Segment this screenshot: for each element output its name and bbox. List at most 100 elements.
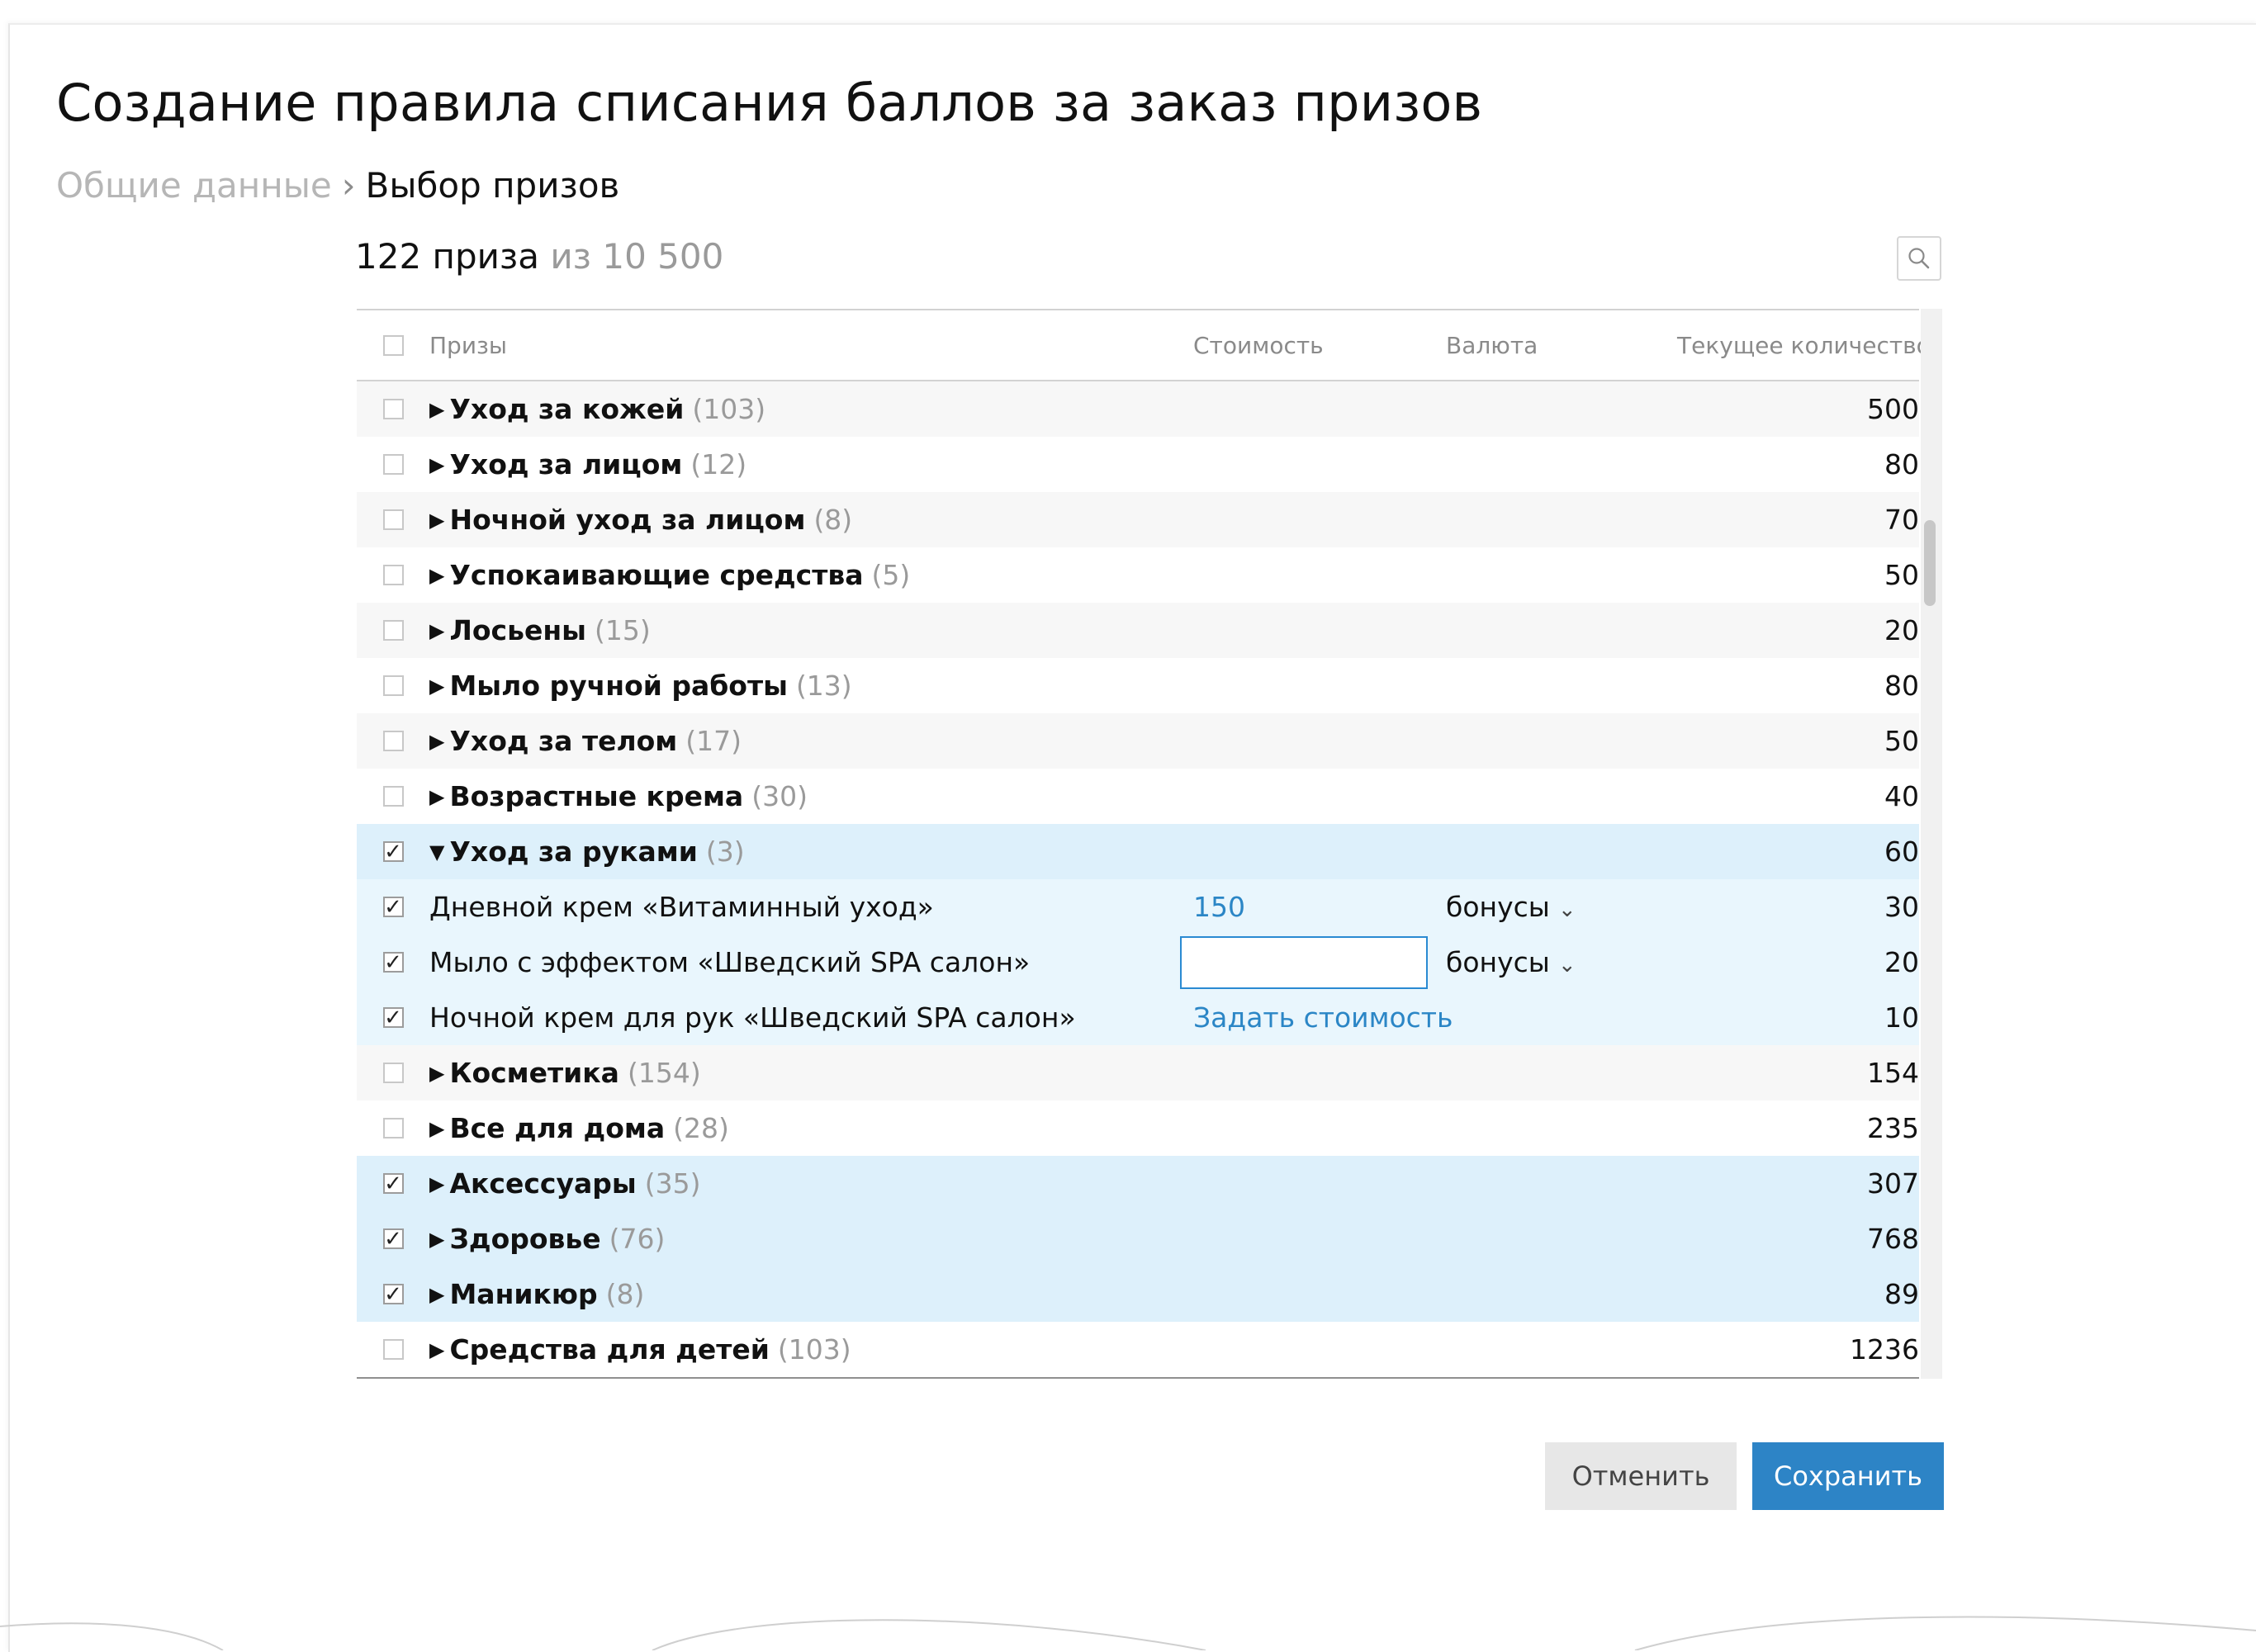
- category-name[interactable]: Уход за телом: [449, 725, 677, 757]
- table-scrollbar-track[interactable]: [1921, 309, 1942, 1379]
- category-name[interactable]: Средства для детей: [449, 1333, 769, 1366]
- currency-select[interactable]: бонусы ⌄: [1446, 946, 1576, 978]
- category-name[interactable]: Все для дома: [449, 1112, 665, 1144]
- set-cost-link[interactable]: Задать стоимость: [1193, 1001, 1453, 1034]
- caret-right-icon[interactable]: ▶: [429, 1283, 444, 1306]
- row-checkbox[interactable]: ✓: [382, 1284, 404, 1305]
- row-checkbox[interactable]: [382, 731, 404, 751]
- table-row-category[interactable]: ▶ Лосьены (15) 20: [357, 603, 1919, 658]
- caret-right-icon[interactable]: ▶: [429, 1172, 444, 1195]
- caret-right-icon[interactable]: ▶: [429, 509, 444, 532]
- category-count: (8): [605, 1278, 645, 1310]
- breadcrumb-separator: ›: [341, 165, 356, 206]
- row-checkbox[interactable]: [382, 565, 404, 585]
- caret-right-icon[interactable]: ▶: [429, 564, 444, 587]
- table-row-category[interactable]: ✓ ▶ Аксессуары (35) 307: [357, 1156, 1919, 1211]
- row-checkbox[interactable]: [382, 1339, 404, 1360]
- caret-right-icon[interactable]: ▶: [429, 1062, 444, 1085]
- quantity-value: 307: [1867, 1167, 1919, 1200]
- category-count: (103): [777, 1333, 851, 1366]
- table-row-category[interactable]: ✓ ▶ Маникюр (8) 89: [357, 1266, 1919, 1322]
- table-row-category[interactable]: ▶ Ночной уход за лицом (8) 70: [357, 492, 1919, 547]
- row-checkbox[interactable]: [382, 675, 404, 696]
- category-name[interactable]: Здоровье: [449, 1223, 600, 1255]
- torn-page-edge: [0, 1616, 2256, 1650]
- row-checkbox[interactable]: ✓: [382, 952, 404, 973]
- quantity-value: 10: [1884, 1001, 1919, 1034]
- caret-right-icon[interactable]: ▶: [429, 675, 444, 698]
- table-row-prize[interactable]: ✓ Дневной крем «Витаминный уход» 150 бонусы…: [357, 879, 1919, 935]
- caret-right-icon[interactable]: ▶: [429, 453, 444, 476]
- quantity-value: 50: [1884, 559, 1919, 591]
- category-name[interactable]: Уход за кожей: [449, 393, 684, 425]
- row-checkbox[interactable]: [382, 509, 404, 530]
- breadcrumb-step-general[interactable]: Общие данные: [56, 165, 332, 206]
- table-row-category[interactable]: ✓ ▼ Уход за руками (3) 60: [357, 824, 1919, 879]
- caret-right-icon[interactable]: ▶: [429, 398, 444, 421]
- table-row-category[interactable]: ▶ Уход за кожей (103) 500: [357, 381, 1919, 437]
- caret-down-icon[interactable]: ▼: [429, 840, 444, 864]
- header-prizes: Призы: [429, 331, 508, 359]
- row-checkbox[interactable]: ✓: [382, 841, 404, 863]
- caret-right-icon[interactable]: ▶: [429, 1228, 444, 1251]
- table-row-category[interactable]: ▶ Средства для детей (103) 1236: [357, 1322, 1919, 1379]
- category-name[interactable]: Аксессуары: [449, 1167, 636, 1200]
- table-row-category[interactable]: ▶ Возрастные крема (30) 40: [357, 769, 1919, 824]
- category-name[interactable]: Лосьены: [449, 614, 586, 646]
- caret-right-icon[interactable]: ▶: [429, 1117, 444, 1140]
- table-row-prize[interactable]: ✓ Ночной крем для рук «Шведский SPA салон…: [357, 990, 1919, 1045]
- cost-value[interactable]: 150: [1193, 891, 1245, 923]
- caret-right-icon[interactable]: ▶: [429, 785, 444, 808]
- search-button[interactable]: [1897, 236, 1941, 281]
- category-count: (76): [609, 1223, 666, 1255]
- selected-count: 122 приза: [355, 236, 540, 277]
- header-cost: Стоимость: [1193, 331, 1324, 359]
- quantity-value: 50: [1884, 725, 1919, 757]
- category-name[interactable]: Маникюр: [449, 1278, 597, 1310]
- select-all-checkbox[interactable]: [382, 334, 404, 356]
- table-row-category[interactable]: ▶ Уход за телом (17) 50: [357, 713, 1919, 769]
- table-row-category[interactable]: ▶ Все для дома (28) 235: [357, 1101, 1919, 1156]
- row-checkbox[interactable]: [382, 786, 404, 807]
- cost-input[interactable]: [1180, 935, 1428, 989]
- row-checkbox[interactable]: [382, 1118, 404, 1138]
- quantity-value: 20: [1884, 614, 1919, 646]
- breadcrumb-step-prizes: Выбор призов: [365, 165, 620, 206]
- prizes-table: Призы Стоимость Валюта Текущее количеств…: [357, 309, 1931, 1379]
- caret-right-icon[interactable]: ▶: [429, 730, 444, 753]
- table-scrollbar-thumb[interactable]: [1924, 520, 1936, 606]
- table-row-category[interactable]: ▶ Мыло ручной работы (13) 80: [357, 658, 1919, 713]
- row-checkbox[interactable]: [382, 620, 404, 641]
- quantity-value: 20: [1884, 946, 1919, 978]
- row-checkbox[interactable]: [382, 399, 404, 419]
- category-name[interactable]: Мыло ручной работы: [449, 670, 787, 702]
- row-checkbox[interactable]: ✓: [382, 1007, 404, 1029]
- row-checkbox[interactable]: ✓: [382, 897, 404, 918]
- table-row-category[interactable]: ▶ Успокаивающие средства (5) 50: [357, 547, 1919, 603]
- cancel-button[interactable]: Отменить: [1545, 1442, 1737, 1510]
- category-name[interactable]: Уход за руками: [449, 835, 697, 868]
- category-name[interactable]: Ночной уход за лицом: [449, 504, 805, 536]
- category-count: (17): [685, 725, 742, 757]
- category-count: (3): [705, 835, 745, 868]
- category-count: (8): [813, 504, 853, 536]
- table-row-category[interactable]: ▶ Косметика (154) 154: [357, 1045, 1919, 1101]
- table-row-category[interactable]: ▶ Уход за лицом (12) 80: [357, 437, 1919, 492]
- category-name[interactable]: Успокаивающие средства: [449, 559, 863, 591]
- row-checkbox[interactable]: ✓: [382, 1228, 404, 1250]
- category-name[interactable]: Возрастные крема: [449, 780, 743, 812]
- row-checkbox[interactable]: [382, 1063, 404, 1083]
- category-name[interactable]: Уход за лицом: [449, 448, 682, 480]
- row-checkbox[interactable]: [382, 454, 404, 475]
- save-button[interactable]: Сохранить: [1752, 1442, 1944, 1510]
- table-row-category[interactable]: ✓ ▶ Здоровье (76) 768: [357, 1211, 1919, 1266]
- caret-right-icon[interactable]: ▶: [429, 1338, 444, 1361]
- caret-right-icon[interactable]: ▶: [429, 619, 444, 642]
- quantity-value: 80: [1884, 448, 1919, 480]
- quantity-value: 235: [1867, 1112, 1919, 1144]
- category-name[interactable]: Косметика: [449, 1057, 619, 1089]
- row-checkbox[interactable]: ✓: [382, 1173, 404, 1195]
- table-row-prize[interactable]: ✓ Мыло с эффектом «Шведский SPA салон» бон…: [357, 935, 1919, 990]
- category-count: (103): [692, 393, 766, 425]
- currency-select[interactable]: бонусы ⌄: [1446, 891, 1576, 923]
